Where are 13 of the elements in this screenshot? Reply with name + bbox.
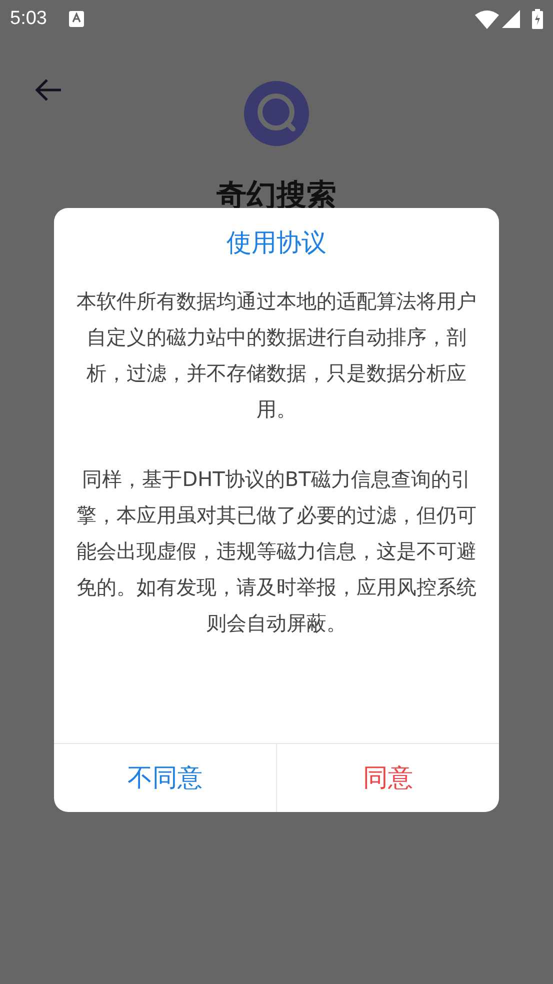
magnifier-logo-icon <box>244 81 309 146</box>
battery-icon <box>532 9 543 29</box>
status-time: 5:03 <box>10 6 47 31</box>
agree-button[interactable]: 同意 <box>276 744 499 812</box>
keyboard-notification-icon <box>68 11 84 27</box>
dialog-title: 使用协议 <box>226 227 326 259</box>
wifi-icon <box>475 10 499 28</box>
signal-icon <box>502 10 520 28</box>
agreement-paragraph: 同样，基于DHT协议的BT磁力信息查询的引擎，本应用虽对其已做了必要的过滤，但仍可能会出现虚假，违规等磁力信息，这是不可避免的。如有发现，请及时举报，应用风控系统则会自动屏蔽。 <box>76 466 478 637</box>
back-arrow-icon[interactable] <box>35 78 62 102</box>
app-title: 奇幻搜索 <box>216 177 336 215</box>
disagree-button[interactable]: 不同意 <box>54 744 276 812</box>
agreement-paragraph: 本软件所有数据均通过本地的适配算法将用户自定义的磁力站中的数据进行自动排序，剖析，过滤，并不存储数据，只是数据分析应用。 <box>76 288 478 423</box>
